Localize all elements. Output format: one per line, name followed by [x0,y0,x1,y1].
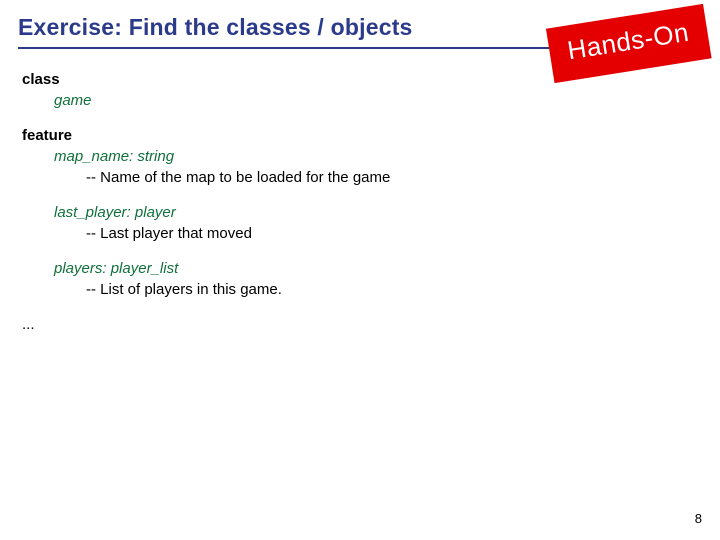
attr-0: map_name: string -- Name of the map to b… [22,146,720,188]
attr-name: map_name [54,148,129,165]
attr-type: string [137,148,174,165]
ellipsis: ... [22,316,35,333]
attr-comment: -- Name of the map to be loaded for the … [86,169,390,186]
attr-name: players [54,260,102,277]
attr-1: last_player: player -- Last player that … [22,202,720,244]
keyword-feature: feature [22,127,72,144]
keyword-class: class [22,71,60,88]
attr-type: player_list [111,260,179,277]
attr-2: players: player_list -- List of players … [22,258,720,300]
attr-type: player [135,204,176,221]
code-block: class game feature map_name: string -- N… [0,55,720,335]
attr-comment: -- List of players in this game. [86,281,282,298]
attr-name: last_player [54,204,127,221]
page-number: 8 [695,511,702,526]
attr-comment: -- Last player that moved [86,225,252,242]
class-name: game [54,92,92,109]
